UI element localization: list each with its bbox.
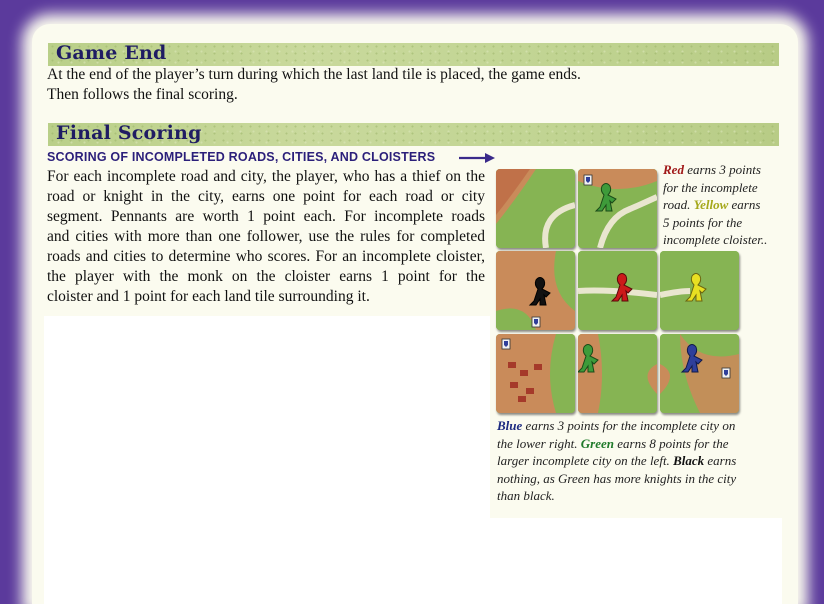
final-scoring-title: Final Scoring	[56, 122, 202, 144]
caption-text: than black.	[497, 488, 555, 503]
caption-bottom: Blue earns 3 points for the incomplete c…	[497, 417, 782, 505]
caption-text: for the incomplete	[663, 179, 758, 195]
tile-city-green-meeple	[578, 334, 657, 413]
caption-yellow: Yellow	[693, 197, 729, 212]
scoring-line: and cities with more than one follower, …	[47, 228, 485, 245]
caption-text: earns 3 points	[683, 162, 761, 177]
caption-green: Green	[580, 435, 614, 451]
tile-city-black-meeple	[496, 251, 575, 330]
tile-cloister-red-meeple	[578, 251, 657, 330]
caption-text: earns	[704, 453, 737, 468]
scoring-paragraph: For each incomplete road and city, the p…	[47, 167, 485, 307]
game-end-text: At the end of the player’s turn during w…	[47, 65, 581, 105]
tile-cloister-yellow-meeple	[660, 251, 739, 330]
caption-text: the lower right.	[497, 435, 581, 451]
caption-text: road.	[663, 197, 694, 212]
caption-text: earns 8 points for the	[614, 435, 729, 451]
scoring-line: cloister and 1 point for each land tile …	[47, 288, 370, 305]
game-end-banner: Game End	[48, 42, 779, 66]
caption-blue: Blue	[497, 418, 523, 433]
tile-city-houses	[496, 334, 575, 413]
caption-text: earns 3 points for the incomplete city o…	[522, 418, 736, 433]
caption-text: incomplete cloister..	[663, 232, 768, 247]
game-end-title: Game End	[56, 42, 167, 64]
scoring-subheading: SCORING OF INCOMPLETED ROADS, CITIES, AN…	[47, 150, 436, 164]
scoring-line: roads and cities to determine who scores…	[47, 248, 485, 265]
caption-text: larger incomplete city on the left.	[497, 453, 674, 468]
caption-black: Black	[673, 453, 705, 468]
page-lower-area-2	[44, 518, 782, 604]
scoring-line: For each incomplete road and city, the p…	[47, 168, 485, 185]
scoring-line: road or knight in the city, earns one po…	[47, 188, 485, 205]
final-scoring-banner: Final Scoring	[48, 122, 779, 146]
caption-text: earns	[728, 197, 761, 212]
tile-city-blue-meeple	[660, 334, 739, 413]
caption-red: Red	[663, 162, 684, 177]
game-end-line-1: At the end of the player’s turn during w…	[47, 66, 581, 83]
scoring-line: the player with the monk on the cloister…	[47, 268, 485, 285]
arrow-right-icon	[459, 153, 495, 163]
tile-road-green-meeple	[578, 169, 657, 248]
tile-road-corner	[496, 169, 575, 248]
caption-top: Red earns 3 points for the incomplete ro…	[663, 161, 793, 249]
scoring-line: segment. Pennants are worth 1 point each…	[47, 208, 485, 225]
caption-text: nothing, as Green has more knights in th…	[497, 470, 737, 486]
game-end-line-2: Then follows the final scoring.	[47, 86, 238, 103]
caption-text: 5 points for the	[663, 214, 743, 230]
